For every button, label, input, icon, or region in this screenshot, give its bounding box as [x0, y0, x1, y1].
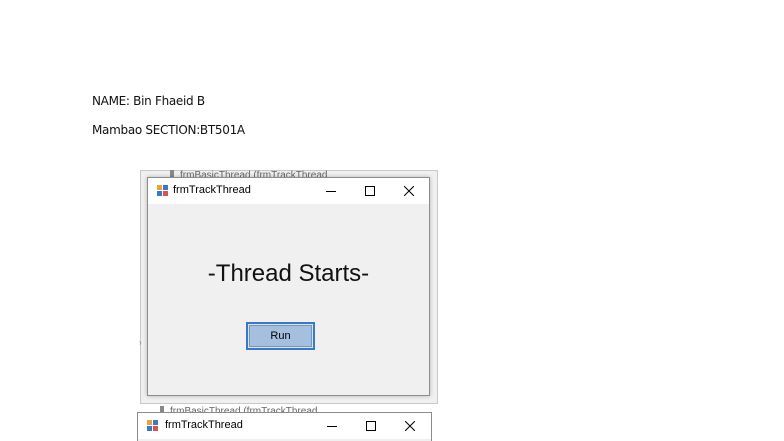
doc-name-line: NAME: Bin Fhaeid B [92, 94, 205, 108]
doc-section-line: Mambao SECTION:BT501A [92, 123, 245, 137]
minimize-button[interactable] [313, 413, 351, 439]
close-icon [405, 421, 415, 431]
side-fragment-icon: › [139, 338, 142, 347]
run-button-label: Run [249, 325, 312, 347]
maximize-icon [365, 186, 375, 196]
second-titlebar[interactable]: frmTrackThread [138, 413, 431, 439]
close-button[interactable] [391, 413, 429, 439]
main-titlebar[interactable]: frmTrackThread [148, 178, 429, 204]
winforms-app-icon [147, 420, 158, 431]
maximize-button[interactable] [351, 178, 389, 204]
second-window-title: frmTrackThread [165, 419, 243, 431]
maximize-icon [366, 421, 376, 431]
minimize-icon [326, 191, 336, 192]
maximize-button[interactable] [352, 413, 390, 439]
second-window: frmTrackThread [137, 412, 432, 441]
close-icon [404, 186, 414, 196]
main-window: frmTrackThread -Thread Starts- Run [147, 177, 430, 396]
minimize-icon [327, 426, 337, 427]
thread-status-label: -Thread Starts- [207, 260, 370, 287]
main-window-title: frmTrackThread [173, 184, 251, 196]
run-button[interactable]: Run [246, 322, 315, 350]
winforms-app-icon [157, 185, 168, 196]
close-button[interactable] [390, 178, 428, 204]
minimize-button[interactable] [312, 178, 350, 204]
